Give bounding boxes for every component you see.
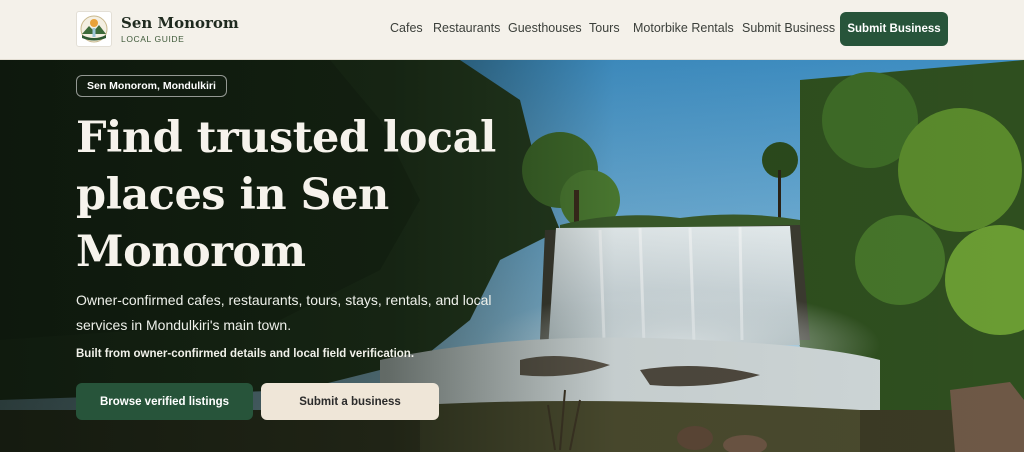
nav-motorbike-rentals[interactable]: Motorbike Rentals: [633, 21, 734, 35]
brand-tagline: LOCAL GUIDE: [121, 34, 185, 44]
submit-a-business-button[interactable]: Submit a business: [261, 383, 439, 420]
waterfall-landscape-logo-icon: [80, 15, 108, 43]
nav-cafes[interactable]: Cafes: [390, 21, 423, 35]
location-pill: Sen Monorom, Mondulkiri: [76, 75, 227, 97]
nav-restaurants[interactable]: Restaurants: [433, 21, 500, 35]
nav-tours[interactable]: Tours: [589, 21, 620, 35]
brand-name[interactable]: Sen Monorom: [121, 14, 239, 32]
hero-subtitle: Owner-confirmed cafes, restaurants, tour…: [76, 292, 492, 333]
hero-title: Find trusted local places in Sen Monorom: [76, 113, 496, 277]
nav-submit-business[interactable]: Submit Business: [742, 21, 835, 35]
nav-guesthouses[interactable]: Guesthouses: [508, 21, 582, 35]
hero-section: Sen Monorom, Mondulkiri Find trusted loc…: [0, 60, 1024, 452]
header-submit-business-button[interactable]: Submit Business: [840, 12, 948, 46]
site-header: Sen Monorom LOCAL GUIDE Cafes Restaurant…: [0, 0, 1024, 60]
browse-verified-listings-button[interactable]: Browse verified listings: [76, 383, 253, 420]
hero-verification-note: Built from owner-confirmed details and l…: [76, 348, 415, 360]
brand-logo[interactable]: [76, 11, 112, 47]
